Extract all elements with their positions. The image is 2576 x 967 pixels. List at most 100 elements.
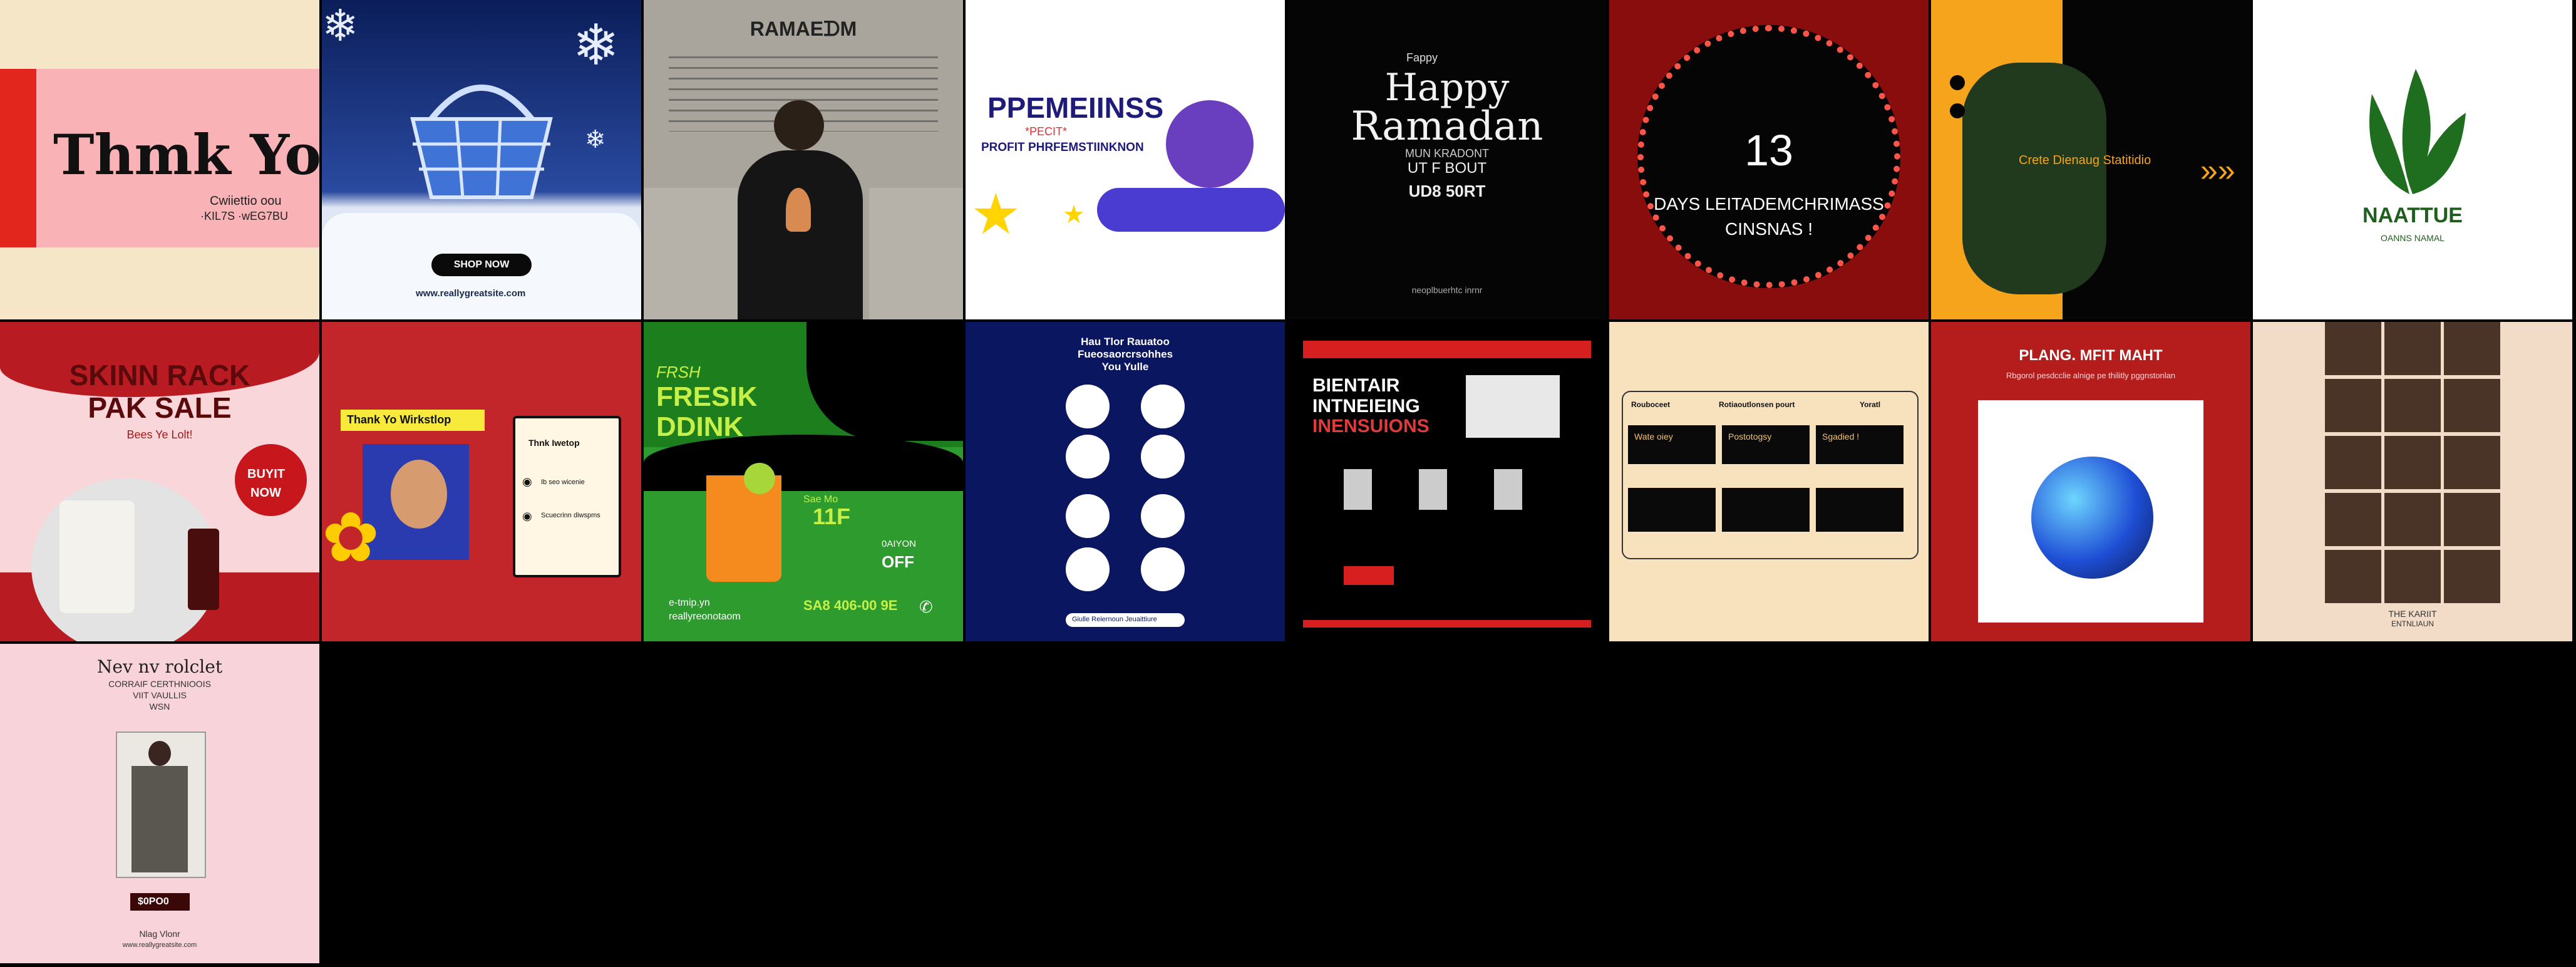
tile-title: PAK SALE <box>88 391 232 424</box>
table-cell-text: Wate oiey <box>1634 432 1673 442</box>
table-card-tile[interactable]: Rouboceet Rotiaoutlonsen pourt Yoratl Wa… <box>1609 322 1929 641</box>
red-top-bar <box>1303 341 1591 358</box>
skin-pack-tile[interactable]: ✦ SKINN RACK PAK SALE Bees Ye Lolt! BUYI… <box>0 322 319 641</box>
price-text: 11F <box>813 504 851 529</box>
leaf-logo-icon <box>2369 69 2466 194</box>
banner-text: Thank Yo Wirkstlop <box>347 413 451 426</box>
happy-ramadan-tile[interactable]: Fappy Happy Ramadan MUN KRADONT UT F BOU… <box>1287 0 1607 319</box>
tile-title: BIENTAIR <box>1312 375 1400 396</box>
planet-tile[interactable]: PLANG. MFIT MAHT Rbgorol pesdcclie alnig… <box>1931 322 2250 641</box>
site-url: e-tmip.yn <box>669 597 710 608</box>
tile-title: INTNEIEING <box>1312 396 1420 416</box>
red-bottom-bar <box>1303 620 1591 628</box>
avatar <box>1141 385 1185 428</box>
ramadan-man-tile[interactable]: RAMAEᗪM <box>644 0 963 319</box>
collage-tile[interactable]: THE KARIIT ENTNLIAUN <box>2253 322 2572 641</box>
avatar <box>1141 547 1185 591</box>
tile-title: You Yulle <box>1101 361 1149 373</box>
premiums-tile[interactable]: PPEMEIINSS *PECIT* PROFIT PHRFEMSTIINKNO… <box>966 0 1285 319</box>
drink-glass <box>706 475 781 582</box>
table-cell <box>1628 488 1716 532</box>
phone-icon: ✆ <box>919 597 933 616</box>
person-body <box>738 150 863 319</box>
new-product-tile[interactable]: Nev nv rolclet CORRAIF CERTHNIOOIS VIIT … <box>0 644 319 963</box>
site-url: reallyreonotaom <box>669 611 741 622</box>
offer-text: OFF <box>882 552 914 571</box>
tile-subtext: CINSNAS ! <box>1724 219 1813 239</box>
tile-footer: Giulle Reiernoun Jeuaittiure <box>1072 616 1157 623</box>
avatar <box>1066 435 1110 478</box>
tile-title: PLANG. MFIT MAHT <box>2019 347 2163 364</box>
tile-subtext: WSN <box>149 701 170 711</box>
tile-subtext: UT F BOUT <box>1407 160 1487 177</box>
arch-right <box>869 188 963 319</box>
speaker-photo <box>1344 469 1372 510</box>
tile-subtext: PROFIT PHRFEMSTIINKNON <box>981 141 1144 154</box>
shop-now-button[interactable]: SHOP NOW <box>431 254 532 276</box>
tile-title: NAATTUE <box>2362 204 2463 227</box>
photo-grid-gaps <box>2325 322 2503 607</box>
tile-subtext: *PECIT* <box>1025 125 1068 138</box>
avatar <box>1066 547 1110 591</box>
check-icon: ◉ <box>522 510 532 522</box>
arch-left <box>644 188 738 319</box>
tile-subtext: CORRAIF CERTHNIOOIS <box>108 679 211 689</box>
days-christmas-tile[interactable]: 13 DAYS LEITADEMCHRIMASS CINSNAS ! <box>1609 0 1929 319</box>
winter-basket-tile[interactable]: ❄ ❄ ❄ SHOP NOW www.reallygreatsite.com <box>322 0 641 319</box>
dot <box>1950 103 1965 118</box>
tile-title: RAMAEᗪM <box>750 18 857 40</box>
cream-tube <box>59 500 135 613</box>
tile-title: THE KARIIT <box>2388 609 2437 619</box>
badge-text: NOW <box>250 486 281 500</box>
tile-title: DDINK <box>656 411 744 442</box>
training-webinar-tile[interactable]: BIENTAIR INTNEIEING INENSUIONS <box>1287 322 1607 641</box>
table-header: Rouboceet <box>1631 400 1671 409</box>
cloud-icon <box>1097 188 1285 232</box>
tile-subtext: VIIT VAULLIS <box>133 690 187 700</box>
speaker-photo <box>1466 375 1560 438</box>
tile-title: Hau Tlor Rauatoo <box>1081 336 1170 348</box>
create-studio-tile[interactable]: Crete Dienaug Statitidio »» <box>1931 0 2250 319</box>
tile-title: SKINN RACK <box>69 359 250 391</box>
flower-icon: ✿ <box>322 499 380 576</box>
table-cell <box>1816 488 1904 532</box>
star-icon: ★ <box>971 184 1021 246</box>
avatar <box>1141 435 1185 478</box>
site-url: www.reallygreatsite.com <box>416 288 526 299</box>
card-title: Thnk Iwetop <box>528 438 580 448</box>
tile-footer: neoplbuerhtc inrnr <box>1411 285 1483 295</box>
tile-subtext: Bees Ye Lolt! <box>126 428 193 441</box>
table-frame <box>1622 391 1919 559</box>
avatar <box>1066 494 1110 538</box>
register-button[interactable] <box>1344 566 1394 585</box>
tile-title: INENSUIONS <box>1312 416 1430 437</box>
offer-text: 0AIYON <box>882 539 917 549</box>
tile-title: Crete Dienaug Statitidio <box>2019 153 2151 167</box>
speaker-photo <box>1494 469 1522 510</box>
countdown-number: 13 <box>1744 126 1793 175</box>
praying-hands <box>786 188 811 232</box>
site-url: www.reallygreatsite.com <box>122 941 197 949</box>
tile-subtext: FRSH <box>656 363 701 381</box>
thank-workshop-tile[interactable]: Thank Yo Wirkstlop ✿ Thnk Iwetop ◉ Ib se… <box>322 322 641 641</box>
red-bar <box>0 69 36 247</box>
tile-subtext: UD8 50RT <box>1408 182 1486 200</box>
tile-subtext: ·KIL7S ·wEG7BU <box>200 210 289 222</box>
tile-title: PPEMEIINSS <box>987 91 1164 124</box>
avatar <box>1066 385 1110 428</box>
check-icon: ◉ <box>522 475 532 488</box>
tile-title: Thmk You <box>53 122 319 187</box>
black-wave <box>644 435 963 491</box>
tile-subtext: Fappy <box>1406 51 1438 64</box>
how-the-results-tile[interactable]: Hau Tlor Rauatoo Fueosaorcrsohhes You Yu… <box>966 322 1285 641</box>
planet-icon <box>2031 457 2153 579</box>
unicorn-icon <box>1166 100 1254 188</box>
tile-title: Nev nv rolclet <box>96 656 223 677</box>
speaker-photo <box>1419 469 1447 510</box>
thank-you-tile[interactable]: Thmk You Cwiiettio oou ·KIL7S ·wEG7BU <box>0 0 319 319</box>
price-text: $0PO0 <box>138 896 169 907</box>
fresh-drink-tile[interactable]: FRSH FRESIK DDINK Sae Mo 11F 0AIYON OFF … <box>644 322 963 641</box>
tile-title: FRESIK <box>656 381 758 412</box>
phone-number: SA8 406-00 9E <box>803 597 898 613</box>
naattue-tile[interactable]: NAATTUE OANNS NAMAL <box>2253 0 2572 319</box>
